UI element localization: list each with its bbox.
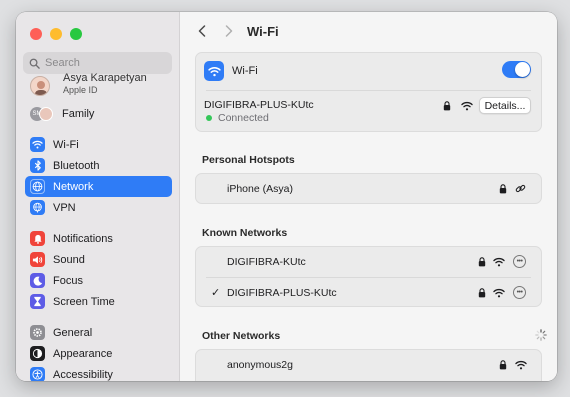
page-title: Wi-Fi xyxy=(247,24,279,39)
globe-lock-icon xyxy=(30,200,45,215)
section-title-known-networks: Known Networks xyxy=(202,227,288,239)
sidebar-item-label: Bluetooth xyxy=(53,159,100,172)
toolbar: Wi-Fi xyxy=(180,12,557,50)
search-placeholder: Search xyxy=(45,57,80,69)
apple-id-account[interactable]: Asya Karapetyan Apple ID xyxy=(30,72,175,98)
family-icon: SM xyxy=(30,106,56,122)
wifi-signal-icon xyxy=(461,101,473,111)
sidebar-item-label: VPN xyxy=(53,201,76,214)
personal-hotspots-list: iPhone (Asya) xyxy=(195,173,542,204)
gear-icon xyxy=(30,325,45,340)
checkmark-icon: ✓ xyxy=(211,287,221,299)
sidebar-item-notifications[interactable]: Notifications xyxy=(25,228,172,249)
sidebar-item-label: Family xyxy=(62,107,95,120)
forward-button[interactable] xyxy=(225,25,233,40)
list-item[interactable]: DIGIFIBRA-KUtc ••• xyxy=(196,247,541,277)
list-item[interactable]: ✓ DIGIFIBRA-PLUS-KUtc ••• xyxy=(196,278,541,308)
search-input[interactable]: Search xyxy=(23,52,172,74)
sidebar-item-bluetooth[interactable]: Bluetooth xyxy=(25,155,172,176)
sidebar-item-wifi[interactable]: Wi-Fi xyxy=(25,134,172,155)
connection-status: Connected xyxy=(218,112,269,124)
wifi-label: Wi-Fi xyxy=(232,65,258,77)
wifi-icon xyxy=(30,137,45,152)
lock-icon xyxy=(499,184,507,194)
minimize-window-button[interactable] xyxy=(50,28,62,40)
sidebar-item-label: Accessibility xyxy=(53,368,113,381)
more-options-icon[interactable]: ••• xyxy=(513,255,526,268)
settings-window: Search Asya Karapetyan Apple ID SM Famil… xyxy=(16,12,557,381)
sidebar-item-vpn[interactable]: VPN xyxy=(25,197,172,218)
avatar xyxy=(30,76,50,96)
speaker-icon xyxy=(30,252,45,267)
sidebar: Search Asya Karapetyan Apple ID SM Famil… xyxy=(16,12,180,381)
sidebar-item-label: General xyxy=(53,326,93,339)
lock-icon xyxy=(478,288,486,298)
hotspot-name: iPhone (Asya) xyxy=(227,183,293,195)
loading-spinner-icon xyxy=(535,329,547,341)
appearance-icon xyxy=(30,346,45,361)
sidebar-item-appearance[interactable]: Appearance xyxy=(25,343,172,364)
chevron-left-icon xyxy=(198,25,206,37)
back-button[interactable] xyxy=(198,25,206,40)
known-network-name: DIGIFIBRA-PLUS-KUtc xyxy=(227,287,337,299)
wifi-toggle[interactable] xyxy=(502,61,531,78)
sidebar-item-general[interactable]: General xyxy=(25,322,172,343)
connected-status-dot xyxy=(206,115,212,121)
sidebar-item-label: Notifications xyxy=(53,232,113,245)
sidebar-item-focus[interactable]: Focus xyxy=(25,270,172,291)
sidebar-item-label: Wi-Fi xyxy=(53,138,79,151)
sidebar-item-label: Sound xyxy=(53,253,85,266)
sidebar-item-screen-time[interactable]: Screen Time xyxy=(25,291,172,312)
wifi-signal-icon xyxy=(493,257,505,267)
sidebar-item-sound[interactable]: Sound xyxy=(25,249,172,270)
wifi-signal-icon xyxy=(493,288,505,298)
known-network-name: DIGIFIBRA-KUtc xyxy=(227,256,306,268)
accessibility-icon xyxy=(30,367,45,381)
sidebar-item-label: Network xyxy=(53,180,94,193)
lock-icon xyxy=(478,257,486,267)
sidebar-item-family[interactable]: SM Family xyxy=(25,103,172,124)
account-subtitle: Apple ID xyxy=(63,85,98,95)
details-button[interactable]: Details... xyxy=(479,97,531,114)
sidebar-item-label: Appearance xyxy=(53,347,113,360)
known-networks-list: DIGIFIBRA-KUtc ••• ✓ DIGIFIBRA-PLUS-KUtc xyxy=(195,246,542,307)
wifi-signal-icon xyxy=(515,360,527,370)
more-options-icon[interactable]: ••• xyxy=(513,286,526,299)
sidebar-item-accessibility[interactable]: Accessibility xyxy=(25,364,172,381)
search-icon xyxy=(29,58,40,69)
window-controls xyxy=(30,28,82,40)
lock-icon xyxy=(499,360,507,370)
lock-icon xyxy=(443,101,451,111)
sidebar-item-label: Focus xyxy=(53,274,83,287)
section-title-personal-hotspots: Personal Hotspots xyxy=(202,154,295,166)
wifi-icon xyxy=(204,61,224,81)
other-networks-list: anonymous2g xyxy=(195,349,542,381)
list-item[interactable]: iPhone (Asya) xyxy=(196,174,541,205)
globe-icon xyxy=(30,179,45,194)
section-title-other-networks: Other Networks xyxy=(202,330,281,342)
zoom-window-button[interactable] xyxy=(70,28,82,40)
main-pane: Wi-Fi Wi-Fi DIGIFIBRA-PLUS-KUtc Connecte… xyxy=(180,12,557,381)
bluetooth-icon xyxy=(30,158,45,173)
account-name: Asya Karapetyan xyxy=(63,72,147,84)
link-icon xyxy=(515,183,526,194)
chevron-right-icon xyxy=(225,25,233,37)
wifi-status-card: Wi-Fi DIGIFIBRA-PLUS-KUtc Connected Deta… xyxy=(195,52,542,132)
sidebar-item-network[interactable]: Network xyxy=(25,176,172,197)
current-network-name: DIGIFIBRA-PLUS-KUtc xyxy=(204,99,314,111)
list-item[interactable]: anonymous2g xyxy=(196,350,541,380)
moon-icon xyxy=(30,273,45,288)
other-network-name: anonymous2g xyxy=(227,359,293,371)
sidebar-item-label: Screen Time xyxy=(53,295,115,308)
hourglass-icon xyxy=(30,294,45,309)
close-window-button[interactable] xyxy=(30,28,42,40)
bell-icon xyxy=(30,231,45,246)
